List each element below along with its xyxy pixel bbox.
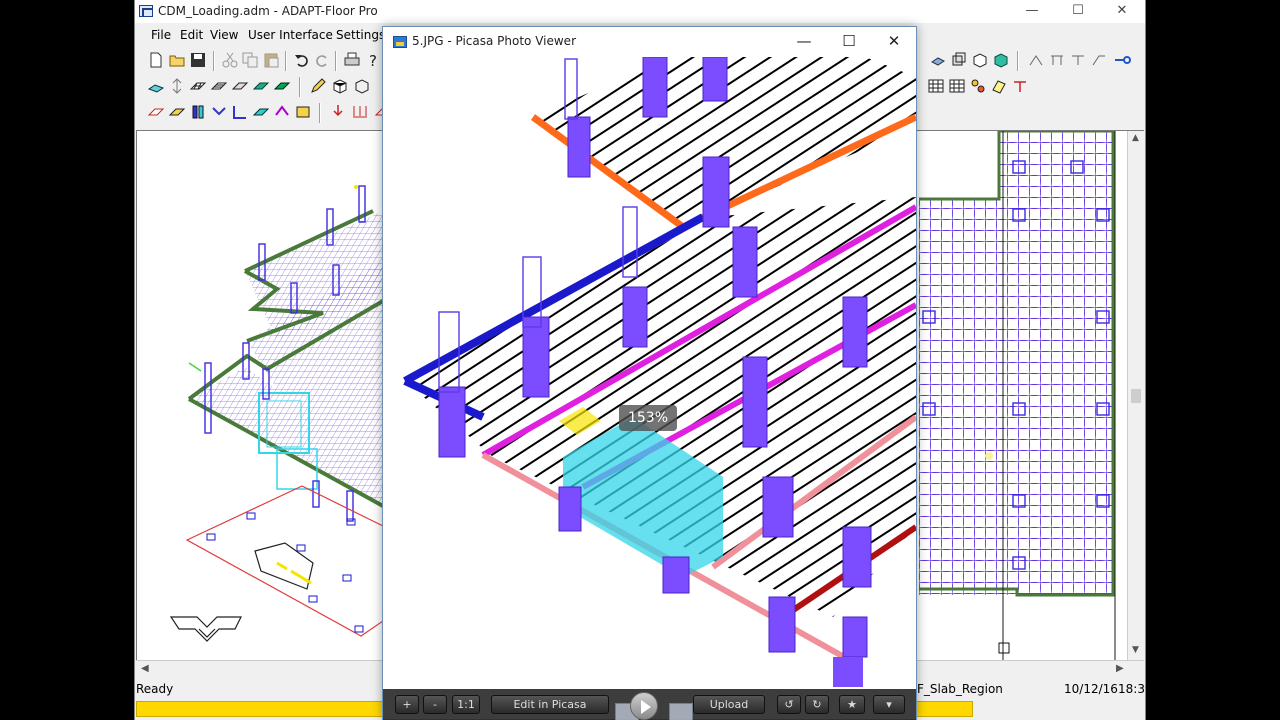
node-tool-icon[interactable]: [1048, 51, 1066, 69]
picasa-minimize-button[interactable]: —: [781, 27, 827, 57]
redo-icon[interactable]: [313, 51, 331, 69]
screen: CDM_Loading.adm - ADAPT-Floor Pro — ☐ ✕ …: [0, 0, 1280, 720]
save-icon[interactable]: [189, 51, 207, 69]
wall-tool-icon[interactable]: [210, 103, 228, 121]
mesh-view-icon[interactable]: [210, 77, 228, 95]
print-icon[interactable]: [343, 51, 361, 69]
menu-file[interactable]: File: [151, 28, 171, 42]
pencil-tool-icon[interactable]: [309, 77, 327, 95]
floor-mesh-panel: [919, 131, 1131, 660]
picasa-window-title: 5.JPG - Picasa Photo Viewer: [412, 34, 576, 48]
pin-tool-icon[interactable]: [1113, 51, 1131, 69]
picasa-maximize-button[interactable]: ☐: [826, 27, 872, 57]
vertical-scrollbar[interactable]: ▲ ▼: [1127, 131, 1144, 660]
app-icon: [139, 5, 153, 17]
floor-view-icon[interactable]: [189, 77, 207, 95]
toolbar-separator: [335, 51, 337, 71]
shape-tool-icon[interactable]: [990, 77, 1008, 95]
edit-in-picasa-button[interactable]: Edit in Picasa: [491, 695, 609, 714]
grid-tool-icon[interactable]: [948, 77, 966, 95]
status-ready: Ready: [136, 682, 174, 696]
play-icon[interactable]: [630, 692, 658, 720]
undo-icon[interactable]: [293, 51, 311, 69]
toolbar-separator: [299, 77, 301, 97]
link-tool-icon[interactable]: [1090, 51, 1108, 69]
vertical-scroll-thumb[interactable]: [1131, 389, 1141, 403]
view-3d-icon[interactable]: [147, 77, 165, 95]
picasa-title-bar[interactable]: 5.JPG - Picasa Photo Viewer — ☐ ✕: [383, 27, 916, 57]
column-tool-icon[interactable]: [189, 103, 207, 121]
cube-tool-icon[interactable]: [992, 51, 1010, 69]
zoom-indicator: 153%: [619, 405, 677, 431]
layer-tool-icon[interactable]: [950, 51, 968, 69]
table-tool-icon[interactable]: [927, 77, 945, 95]
minimize-button[interactable]: —: [1009, 0, 1055, 23]
more-options-icon[interactable]: ▾: [873, 695, 905, 714]
line-load-icon[interactable]: [351, 103, 369, 121]
zoomed-floor-photo: [403, 57, 916, 687]
paste-icon[interactable]: [262, 51, 280, 69]
toolbar-separator: [213, 51, 215, 71]
picasa-icon: [393, 36, 407, 48]
status-date: 10/12/16: [1064, 682, 1118, 696]
cut-icon[interactable]: [221, 51, 239, 69]
box-view-icon[interactable]: [331, 77, 349, 95]
help-icon[interactable]: ?: [365, 51, 383, 69]
scroll-up-icon[interactable]: ▲: [1132, 133, 1139, 143]
picasa-close-button[interactable]: ✕: [871, 27, 917, 57]
scroll-right-icon[interactable]: ▶: [1116, 663, 1124, 674]
menu-edit[interactable]: Edit: [180, 28, 203, 42]
beam-tool-icon[interactable]: [231, 103, 249, 121]
point-support-icon[interactable]: [294, 103, 312, 121]
scroll-left-icon[interactable]: ◀: [141, 663, 149, 674]
picasa-photo-viewer: 5.JPG - Picasa Photo Viewer — ☐ ✕ 153% +…: [382, 26, 917, 720]
solid-view-icon[interactable]: [252, 77, 270, 95]
toolbar-separator: [319, 103, 321, 123]
rotate-right-icon[interactable]: ↻: [805, 695, 829, 714]
zoom-in-button[interactable]: +: [395, 695, 419, 714]
scroll-down-icon[interactable]: ▼: [1132, 645, 1139, 655]
box-outline-icon[interactable]: [353, 77, 371, 95]
maximize-button[interactable]: ☐: [1055, 0, 1101, 23]
rotate-left-icon[interactable]: ↺: [777, 695, 801, 714]
svg-text:?: ?: [369, 52, 377, 69]
rebar-tool-icon[interactable]: [147, 103, 165, 121]
slab-tool-icon[interactable]: [929, 51, 947, 69]
support-tool-icon[interactable]: [1027, 51, 1045, 69]
group-tool-icon[interactable]: [969, 77, 987, 95]
status-time: 18:39: [1118, 682, 1153, 696]
iso-model-drawing: [169, 185, 385, 642]
toolbar-separator: [1017, 51, 1019, 71]
menu-user-interface[interactable]: User Interface: [248, 28, 333, 42]
tendon-tool-icon[interactable]: [168, 103, 186, 121]
status-region: F_Slab_Region: [917, 682, 1003, 696]
drop-cap-icon[interactable]: [252, 103, 270, 121]
actual-size-button[interactable]: 1:1: [452, 695, 480, 714]
copy-icon[interactable]: [241, 51, 259, 69]
upload-button[interactable]: Upload: [693, 695, 765, 714]
load-tool-icon[interactable]: [329, 103, 347, 121]
new-icon[interactable]: [147, 51, 165, 69]
adapt-title-bar[interactable]: CDM_Loading.adm - ADAPT-Floor Pro — ☐ ✕: [135, 0, 1145, 23]
menu-settings[interactable]: Settings: [336, 28, 385, 42]
frame-tool-icon[interactable]: [1069, 51, 1087, 69]
elevation-icon[interactable]: [168, 77, 186, 95]
thumbnail-item[interactable]: [669, 703, 693, 720]
picasa-toolbar: + - 1:1 Edit in Picasa Upload ↺ ↻ ★ ▾: [383, 689, 916, 720]
color-view-icon[interactable]: [273, 77, 291, 95]
mesh-plan-drawing: [919, 131, 1116, 660]
star-icon[interactable]: ★: [839, 695, 865, 714]
grid-view-icon[interactable]: [231, 77, 249, 95]
adapt-window-title: CDM_Loading.adm - ADAPT-Floor Pro: [158, 4, 378, 18]
dimension-tool-icon[interactable]: [1011, 77, 1029, 95]
photo-canvas[interactable]: 153%: [383, 57, 916, 689]
close-button[interactable]: ✕: [1099, 0, 1145, 23]
opening-tool-icon[interactable]: [273, 103, 291, 121]
box-tool-icon[interactable]: [971, 51, 989, 69]
open-icon[interactable]: [168, 51, 186, 69]
toolbar-separator: [285, 51, 287, 71]
menu-view[interactable]: View: [210, 28, 238, 42]
zoom-out-button[interactable]: -: [423, 695, 447, 714]
